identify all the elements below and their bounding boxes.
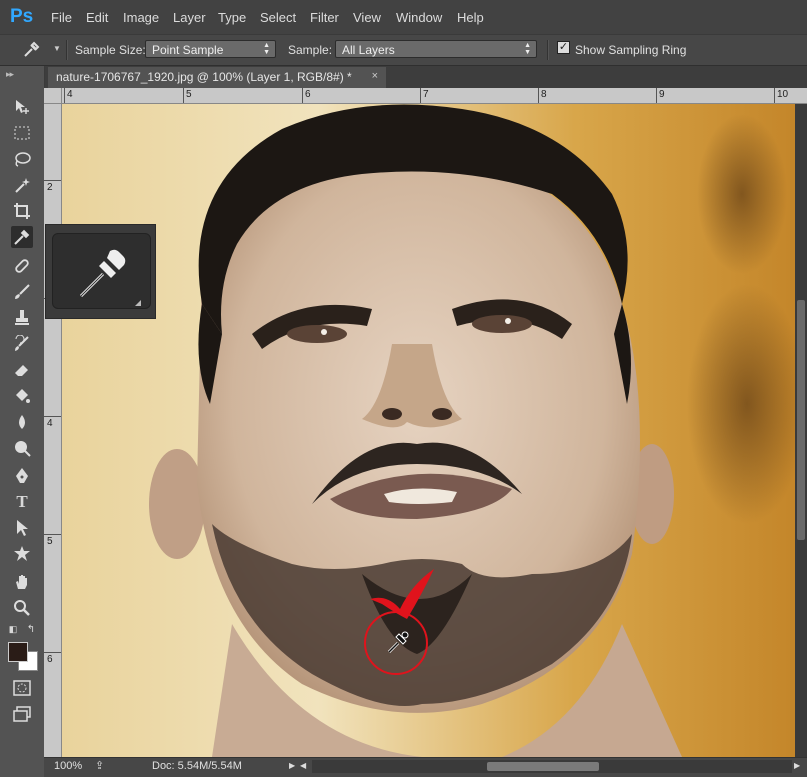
scroll-right-arrow-icon[interactable]: ▶ — [794, 761, 800, 770]
brush-icon[interactable] — [11, 281, 33, 303]
default-colors-icon[interactable]: ◧ — [6, 622, 20, 636]
menu-bar: Ps File Edit Image Layer Type Select Fil… — [0, 0, 807, 34]
vertical-ruler: 2 3 4 5 6 — [44, 104, 62, 757]
ruler-tick — [44, 534, 61, 535]
ruler-tick — [302, 88, 303, 103]
clone-stamp-icon[interactable] — [11, 307, 33, 329]
blur-icon[interactable] — [11, 411, 33, 433]
foreground-color-swatch[interactable] — [8, 642, 28, 662]
menu-help[interactable]: Help — [457, 10, 484, 25]
eyedropper-large-icon — [79, 249, 141, 306]
horizontal-scrollbar-thumb[interactable] — [487, 762, 599, 771]
ruler-label: 2 — [47, 182, 53, 193]
ruler-tick — [44, 180, 61, 181]
show-sampling-ring-checkbox[interactable]: ✓ — [557, 41, 570, 54]
ruler-tick — [656, 88, 657, 103]
ruler-tick — [774, 88, 775, 103]
tool-preview-frame — [52, 233, 151, 309]
photoshop-logo: Ps — [10, 6, 34, 27]
ruler-label: 4 — [47, 418, 53, 429]
document-tab-title: nature-1706767_1920.jpg @ 100% (Layer 1,… — [56, 70, 352, 84]
menu-type[interactable]: Type — [218, 10, 246, 25]
menu-select[interactable]: Select — [260, 10, 296, 25]
crop-icon[interactable] — [11, 200, 33, 222]
ruler-label: 6 — [305, 89, 311, 100]
sample-value: All Layers — [342, 43, 395, 57]
eraser-icon[interactable] — [11, 359, 33, 381]
ruler-label: 5 — [186, 89, 192, 100]
lasso-icon[interactable] — [11, 148, 33, 170]
zoom-icon[interactable] — [11, 597, 33, 619]
ruler-tick — [538, 88, 539, 103]
swap-colors-icon[interactable]: ↰ — [24, 622, 38, 636]
tool-preset-eyedropper-icon[interactable] — [22, 40, 42, 58]
shape-icon[interactable] — [11, 543, 33, 565]
ruler-tick — [44, 652, 61, 653]
quick-mask-icon[interactable] — [11, 677, 33, 699]
path-selection-icon[interactable] — [11, 517, 33, 539]
collapse-panel-icon[interactable]: ▸▸ — [6, 69, 14, 80]
marquee-icon[interactable] — [11, 122, 33, 144]
ruler-label: 9 — [659, 89, 665, 100]
sample-size-value: Point Sample — [152, 43, 224, 57]
document-canvas[interactable] — [62, 104, 795, 757]
screen-mode-icon[interactable] — [11, 703, 33, 725]
menu-edit[interactable]: Edit — [86, 10, 108, 25]
menu-layer[interactable]: Layer — [173, 10, 206, 25]
vertical-scrollbar-thumb[interactable] — [797, 300, 805, 540]
sample-size-select[interactable]: Point Sample ▲ ▼ — [145, 40, 276, 58]
paint-bucket-icon[interactable] — [11, 385, 33, 407]
ruler-label: 6 — [47, 654, 53, 665]
horizontal-ruler: 4 5 6 7 8 9 10 — [62, 88, 807, 104]
ruler-label: 4 — [67, 89, 73, 100]
history-brush-icon[interactable] — [11, 333, 33, 355]
status-menu-arrow-icon[interactable]: ▶ — [289, 761, 295, 770]
ruler-label: 10 — [777, 89, 789, 100]
document-size-info: Doc: 5.54M/5.54M — [152, 760, 242, 772]
ruler-label: 7 — [423, 89, 429, 100]
menu-file[interactable]: File — [51, 10, 72, 25]
export-icon[interactable]: ⇪ — [95, 759, 104, 772]
type-icon[interactable]: T — [11, 491, 33, 513]
menu-view[interactable]: View — [353, 10, 381, 25]
healing-brush-icon[interactable] — [11, 255, 33, 277]
sample-select[interactable]: All Layers ▲ ▼ — [335, 40, 537, 58]
ruler-tick — [64, 88, 65, 103]
magic-wand-icon[interactable] — [11, 174, 33, 196]
select-arrows-icon: ▲ ▼ — [524, 42, 531, 56]
options-separator — [66, 40, 68, 60]
ruler-tick — [44, 416, 61, 417]
select-arrows-icon: ▲ ▼ — [263, 42, 270, 56]
ruler-label: 5 — [47, 536, 53, 547]
dodge-icon[interactable] — [11, 437, 33, 459]
menu-image[interactable]: Image — [123, 10, 159, 25]
pen-icon[interactable] — [11, 465, 33, 487]
tool-preview-flyout — [45, 224, 156, 319]
sample-label: Sample: — [288, 43, 333, 57]
photo-face-image — [62, 104, 795, 757]
zoom-level[interactable]: 100% — [54, 760, 82, 772]
menu-window[interactable]: Window — [396, 10, 442, 25]
scroll-left-arrow-icon[interactable]: ◀ — [300, 761, 306, 770]
eyedropper-icon[interactable] — [11, 226, 33, 248]
ruler-tick — [183, 88, 184, 103]
menu-filter[interactable]: Filter — [310, 10, 339, 25]
hand-icon[interactable] — [11, 571, 33, 593]
options-separator — [547, 40, 549, 60]
ruler-label: 8 — [541, 89, 547, 100]
close-tab-icon[interactable]: × — [372, 70, 378, 82]
document-tab[interactable]: nature-1706767_1920.jpg @ 100% (Layer 1,… — [48, 67, 386, 88]
tool-preset-caret-icon[interactable]: ▼ — [53, 44, 61, 53]
move-icon[interactable] — [11, 96, 33, 118]
sample-size-label: Sample Size: — [75, 43, 146, 57]
show-sampling-ring-label: Show Sampling Ring — [575, 43, 687, 57]
ruler-tick — [420, 88, 421, 103]
ruler-origin[interactable] — [44, 88, 62, 104]
